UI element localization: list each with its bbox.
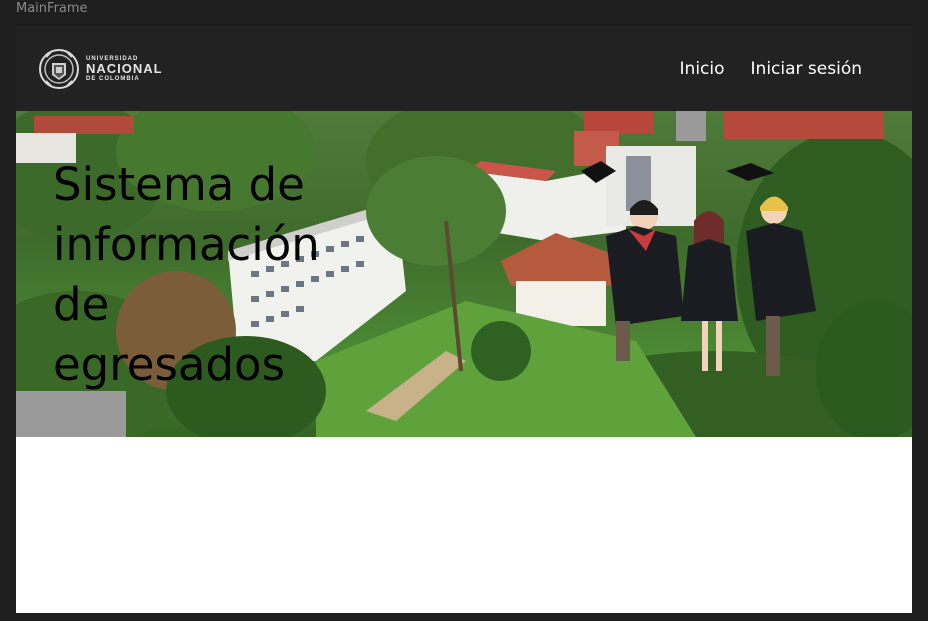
nav-link-iniciar-sesion[interactable]: Iniciar sesión <box>751 59 862 79</box>
main-frame: UNIVERSIDAD NACIONAL DE COLOMBIA Inicio … <box>16 26 912 613</box>
navbar: UNIVERSIDAD NACIONAL DE COLOMBIA Inicio … <box>16 26 912 111</box>
content-area <box>16 437 912 613</box>
nav-links: Inicio Iniciar sesión <box>680 59 862 79</box>
logo-line-3: DE COLOMBIA <box>86 75 140 82</box>
window-title: MainFrame <box>16 1 88 16</box>
university-seal-icon <box>39 48 79 89</box>
nav-link-inicio[interactable]: Inicio <box>680 59 725 79</box>
logo-line-2: NACIONAL <box>86 60 163 76</box>
hero-title: Sistema de información de egresados <box>53 158 320 391</box>
university-logo[interactable]: UNIVERSIDAD NACIONAL DE COLOMBIA <box>38 45 163 93</box>
hero-banner: Sistema de información de egresados <box>16 111 912 437</box>
